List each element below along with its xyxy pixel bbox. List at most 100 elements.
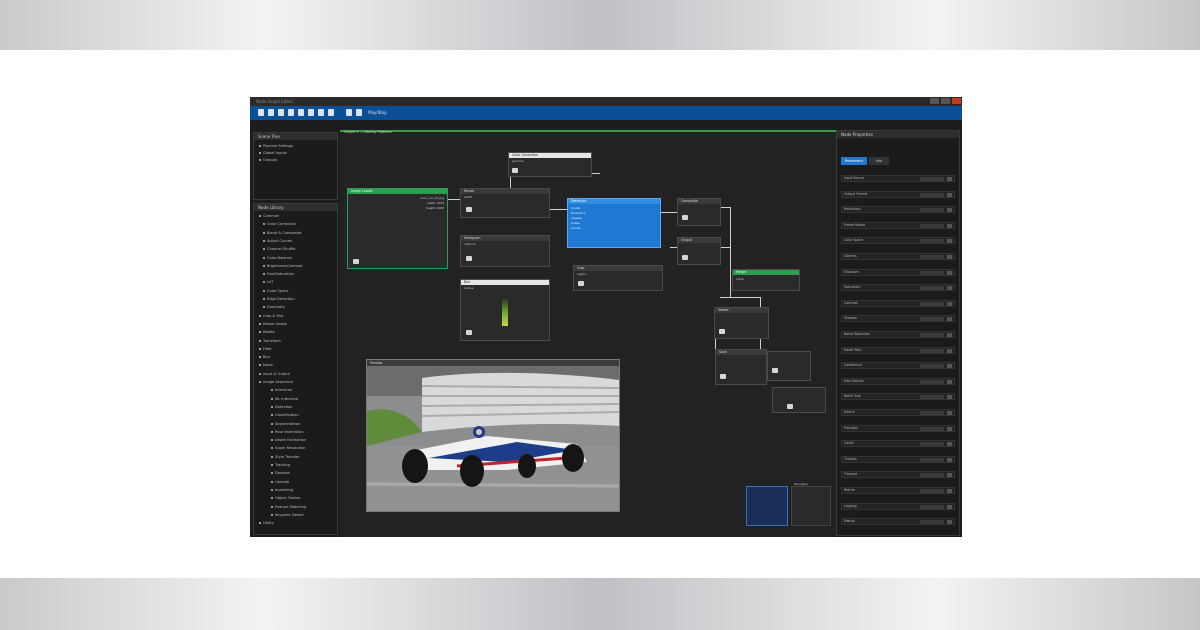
library-item[interactable]: Filter bbox=[259, 347, 272, 351]
undo-icon[interactable] bbox=[288, 109, 294, 116]
property-row[interactable]: Resolution bbox=[841, 206, 955, 214]
dropdown-icon[interactable] bbox=[947, 239, 952, 244]
property-value-field[interactable] bbox=[920, 379, 944, 384]
property-value-field[interactable] bbox=[920, 395, 944, 400]
library-item[interactable]: Detection bbox=[271, 405, 292, 409]
property-row[interactable]: Gamma bbox=[841, 253, 955, 260]
node-merge[interactable]: Merge input bbox=[732, 269, 800, 291]
property-value-field[interactable] bbox=[920, 411, 944, 415]
close-button[interactable] bbox=[952, 98, 961, 104]
new-file-icon[interactable] bbox=[258, 109, 264, 116]
node-image-loader[interactable]: Image Loader race_car_01.jpg width 1920 … bbox=[347, 188, 448, 269]
dropdown-icon[interactable] bbox=[947, 504, 952, 509]
magnify-icon[interactable] bbox=[353, 259, 359, 264]
delete-icon[interactable] bbox=[328, 109, 334, 116]
property-value-field[interactable] bbox=[920, 520, 944, 525]
property-value-field[interactable] bbox=[920, 301, 944, 306]
dropdown-icon[interactable] bbox=[947, 177, 952, 181]
image-icon[interactable] bbox=[466, 207, 472, 212]
library-item[interactable]: Transform bbox=[259, 339, 281, 343]
property-value-field[interactable] bbox=[920, 364, 944, 369]
dropdown-icon[interactable] bbox=[947, 442, 952, 447]
node-output[interactable]: Output bbox=[677, 237, 721, 265]
dropdown-icon[interactable] bbox=[947, 192, 952, 197]
library-item[interactable]: Crop & Pad bbox=[259, 314, 283, 318]
dropdown-icon[interactable] bbox=[947, 348, 952, 353]
cut-icon[interactable] bbox=[298, 109, 304, 116]
dropdown-icon[interactable] bbox=[947, 223, 952, 228]
library-item[interactable]: Rotate bbox=[259, 330, 275, 334]
node-color-correction[interactable]: Color Correction gamma bbox=[508, 152, 592, 177]
node-save[interactable]: Save bbox=[715, 349, 767, 385]
node-extra[interactable] bbox=[772, 387, 826, 413]
magnify-icon[interactable] bbox=[772, 368, 778, 373]
library-item[interactable]: Input & Output bbox=[259, 372, 290, 376]
node-resize[interactable]: Resize width bbox=[460, 188, 550, 218]
image-icon[interactable] bbox=[466, 330, 472, 335]
node-composite[interactable]: Composite bbox=[677, 198, 721, 226]
tab-info[interactable]: Info bbox=[869, 157, 889, 165]
library-item[interactable]: Channel Shuffle bbox=[263, 247, 295, 251]
library-item[interactable]: Geometry bbox=[263, 305, 285, 309]
property-value-field[interactable] bbox=[920, 270, 944, 275]
dropdown-icon[interactable] bbox=[947, 301, 952, 306]
property-row[interactable]: Contrast bbox=[841, 299, 955, 307]
magnify-icon[interactable] bbox=[682, 255, 688, 260]
library-item[interactable]: Common bbox=[259, 214, 279, 218]
dropdown-icon[interactable] bbox=[947, 411, 952, 415]
image-icon[interactable] bbox=[720, 374, 726, 379]
property-row[interactable]: Retries bbox=[841, 487, 955, 494]
property-value-field[interactable] bbox=[920, 426, 944, 431]
library-item[interactable]: Classification bbox=[271, 413, 299, 417]
maximize-button[interactable] bbox=[941, 98, 950, 104]
navigator-thumbnail[interactable] bbox=[746, 486, 788, 526]
property-value-field[interactable] bbox=[920, 208, 944, 213]
node-blur[interactable]: Blur radius bbox=[460, 279, 550, 341]
library-item[interactable]: LUT bbox=[263, 280, 274, 284]
library-item[interactable]: ML Inference bbox=[271, 397, 298, 401]
navigator-thumbnail[interactable]: Navigator bbox=[791, 482, 831, 526]
library-item[interactable]: Image Sequence bbox=[259, 380, 293, 384]
property-value-field[interactable] bbox=[920, 177, 944, 181]
library-item[interactable]: Denoise bbox=[271, 471, 290, 475]
node-crop[interactable]: Crop region bbox=[573, 265, 663, 291]
property-value-field[interactable] bbox=[920, 286, 944, 291]
property-row[interactable]: Exposure bbox=[841, 268, 955, 276]
graph-tab[interactable]: Graph 1 — Racing Pipeline bbox=[344, 130, 392, 134]
library-item[interactable]: Blend & Composite bbox=[263, 231, 302, 235]
property-row[interactable]: Model Path bbox=[841, 346, 955, 354]
property-row[interactable]: Timeout bbox=[841, 471, 955, 479]
library-item[interactable]: Inference bbox=[271, 388, 292, 392]
play-icon[interactable] bbox=[346, 109, 352, 116]
dropdown-icon[interactable] bbox=[947, 520, 952, 525]
property-row[interactable]: Max Objects bbox=[841, 377, 955, 385]
library-item[interactable]: Edge Detection bbox=[263, 297, 295, 301]
property-row[interactable]: Cache bbox=[841, 440, 955, 448]
library-item[interactable]: Blur bbox=[259, 355, 270, 359]
property-value-field[interactable] bbox=[920, 239, 944, 244]
dropdown-icon[interactable] bbox=[947, 208, 952, 213]
library-item[interactable]: Keypoint Detect bbox=[271, 513, 304, 517]
tab-parameters[interactable]: Parameters bbox=[841, 157, 867, 165]
property-row[interactable]: Color Space bbox=[841, 237, 955, 245]
property-value-field[interactable] bbox=[920, 473, 944, 478]
property-value-field[interactable] bbox=[920, 223, 944, 228]
image-icon[interactable] bbox=[512, 168, 518, 173]
dropdown-icon[interactable] bbox=[947, 426, 952, 431]
library-item[interactable]: Noise bbox=[259, 363, 273, 367]
property-value-field[interactable] bbox=[920, 489, 944, 493]
dropdown-icon[interactable] bbox=[947, 286, 952, 291]
minimize-button[interactable] bbox=[930, 98, 939, 104]
dropdown-icon[interactable] bbox=[947, 489, 952, 493]
property-row[interactable]: Device bbox=[841, 409, 955, 416]
property-row[interactable]: Saturation bbox=[841, 284, 955, 292]
dropdown-icon[interactable] bbox=[947, 379, 952, 384]
dropdown-icon[interactable] bbox=[947, 317, 952, 322]
copy-icon[interactable] bbox=[308, 109, 314, 116]
paste-icon[interactable] bbox=[318, 109, 324, 116]
library-item[interactable]: Feature Matching bbox=[271, 505, 306, 509]
dropdown-icon[interactable] bbox=[947, 457, 952, 462]
property-value-field[interactable] bbox=[920, 192, 944, 197]
dropdown-icon[interactable] bbox=[947, 333, 952, 337]
magnify-icon[interactable] bbox=[787, 404, 793, 409]
